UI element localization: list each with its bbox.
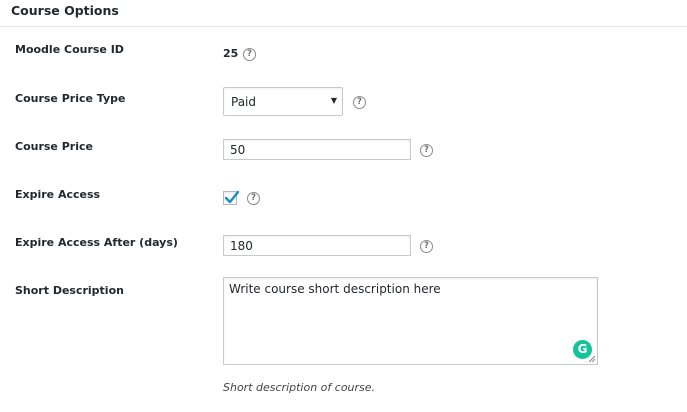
short-description-textarea[interactable]: Write course short description here G — [223, 277, 598, 365]
course-price-help-icon[interactable]: ? — [420, 144, 433, 157]
expire-access-after-label: Expire Access After (days) — [15, 236, 178, 249]
section-header: Course Options — [0, 0, 687, 27]
expire-access-label: Expire Access — [15, 188, 101, 201]
moodle-course-id-label: Moodle Course ID — [15, 43, 124, 56]
course-price-type-label: Course Price Type — [15, 92, 126, 105]
expire-access-after-input[interactable]: 180 — [223, 235, 411, 256]
course-price-type-selected: Paid — [231, 95, 257, 109]
course-price-value: 50 — [230, 143, 246, 157]
short-description-hint: Short description of course. — [223, 381, 376, 394]
chevron-down-icon: ▼ — [330, 96, 337, 105]
course-price-type-help-icon[interactable]: ? — [353, 96, 366, 109]
checkmark-icon — [224, 190, 240, 204]
course-price-input[interactable]: 50 — [223, 139, 411, 160]
course-price-type-select[interactable]: Paid ▼ — [223, 87, 343, 116]
moodle-course-id-help-icon[interactable]: ? — [243, 48, 256, 61]
short-description-label: Short Description — [15, 284, 124, 297]
expire-access-after-help-icon[interactable]: ? — [420, 240, 433, 253]
expire-access-checkbox[interactable] — [223, 190, 240, 205]
section-title: Course Options — [11, 3, 119, 18]
expire-access-after-value: 180 — [230, 239, 253, 253]
short-description-value: Write course short description here — [229, 282, 441, 296]
resize-handle-icon[interactable] — [588, 355, 596, 363]
moodle-course-id-value: 25 — [223, 47, 239, 60]
course-price-label: Course Price — [15, 140, 93, 153]
expire-access-help-icon[interactable]: ? — [247, 192, 260, 205]
